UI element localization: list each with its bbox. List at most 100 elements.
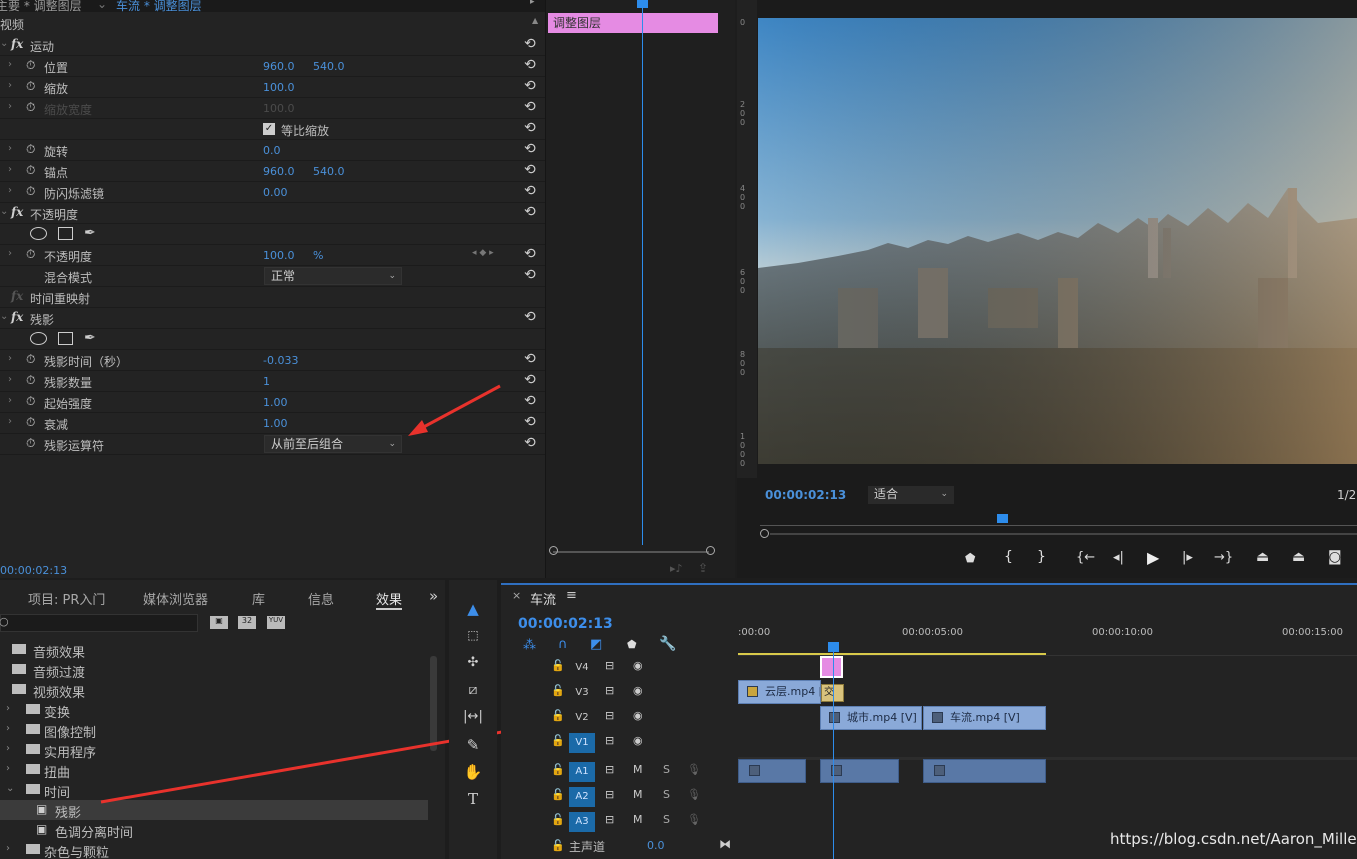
expand-chevron-icon[interactable]: › bbox=[6, 703, 10, 714]
hand-tool-icon[interactable]: ✋ bbox=[460, 763, 486, 785]
track-header-a2[interactable]: 🔓 A2 ⊟ M S 🎙 bbox=[501, 784, 738, 809]
track-select-tool-icon[interactable]: ⬚ bbox=[460, 628, 486, 650]
expand-chevron-icon[interactable]: ⌄ bbox=[0, 206, 8, 217]
tab-project[interactable]: 项目: PR入门 bbox=[28, 589, 105, 608]
a1-audio-clip[interactable] bbox=[820, 759, 899, 783]
track-header-v4[interactable]: 🔓 V4 ⊟ ◉ bbox=[501, 655, 738, 680]
export-frame-icon[interactable]: ⇪ bbox=[698, 561, 708, 575]
ellipse-mask-icon[interactable] bbox=[30, 227, 47, 240]
program-zoom-handle[interactable] bbox=[760, 529, 769, 538]
add-marker-icon[interactable]: ⬟ bbox=[627, 638, 637, 651]
slip-tool-icon[interactable]: |↔| bbox=[460, 709, 486, 731]
effect-row[interactable]: › ⏱ 位置 960.0 540.0 ⟲ bbox=[0, 56, 545, 77]
solo-button[interactable]: S bbox=[663, 813, 670, 826]
reset-icon[interactable]: ⟲ bbox=[524, 204, 536, 220]
expand-chevron-icon[interactable]: › bbox=[8, 416, 12, 427]
track-name[interactable]: V4 bbox=[569, 658, 595, 678]
sync-lock-icon[interactable]: ⊟ bbox=[605, 788, 614, 801]
audio-only-icon[interactable]: ▸♪ bbox=[670, 562, 683, 575]
property-value[interactable]: 960.0 bbox=[263, 165, 295, 178]
keyframe-nav-icon[interactable]: ◂ ◆ ▸ bbox=[472, 248, 494, 258]
rectangle-mask-icon[interactable] bbox=[58, 332, 73, 345]
reset-icon[interactable]: ⟲ bbox=[524, 141, 536, 157]
expand-chevron-icon[interactable]: › bbox=[8, 395, 12, 406]
stopwatch-icon[interactable]: ⏱ bbox=[26, 79, 35, 94]
stopwatch-icon[interactable]: ⏱ bbox=[26, 100, 35, 115]
microphone-icon[interactable]: 🎙 bbox=[687, 788, 701, 801]
fit-dropdown[interactable]: 适合 ⌄ bbox=[868, 486, 954, 504]
sync-lock-icon[interactable]: ⊟ bbox=[605, 763, 614, 776]
track-name[interactable]: V1 bbox=[569, 733, 595, 753]
extract-icon[interactable]: ⏏ bbox=[1292, 549, 1305, 565]
mark-out-icon[interactable]: } bbox=[1037, 549, 1046, 565]
camera-icon[interactable]: ◙ bbox=[1328, 549, 1342, 565]
stopwatch-icon[interactable]: ⏱ bbox=[26, 142, 35, 157]
linked-selection-icon[interactable]: ◩ bbox=[590, 637, 602, 652]
pen-mask-icon[interactable]: ✒ bbox=[84, 330, 96, 346]
a1-audio-clip[interactable] bbox=[923, 759, 1046, 783]
add-marker-icon[interactable]: ⬟ bbox=[965, 551, 975, 565]
fx-toggle-icon[interactable]: fx bbox=[11, 37, 23, 51]
track-header-a1[interactable]: 🔓 A1 ⊟ M S 🎙 bbox=[501, 759, 738, 784]
track-name[interactable]: V3 bbox=[569, 683, 595, 703]
yuv-effects-icon[interactable]: YUV bbox=[267, 616, 285, 629]
close-icon[interactable]: × bbox=[512, 589, 521, 602]
track-header-v2[interactable]: 🔓 V2 ⊟ ◉ bbox=[501, 705, 738, 730]
lift-icon[interactable]: ⏏ bbox=[1256, 549, 1269, 565]
master-end-icon[interactable]: ⧓ bbox=[719, 837, 731, 851]
reset-icon[interactable]: ⟲ bbox=[524, 351, 536, 367]
mute-button[interactable]: M bbox=[633, 813, 643, 826]
track-name[interactable]: A2 bbox=[569, 787, 595, 807]
play-only-icon[interactable]: ▸ bbox=[530, 0, 535, 7]
sync-lock-icon[interactable]: ⊟ bbox=[605, 734, 614, 747]
chevron-down-icon[interactable]: ⌄ bbox=[97, 0, 107, 11]
menu-icon[interactable]: ≡ bbox=[566, 588, 577, 603]
program-zoom-bar[interactable] bbox=[770, 533, 1357, 535]
microphone-icon[interactable]: 🎙 bbox=[687, 813, 701, 826]
ellipse-mask-icon[interactable] bbox=[30, 332, 47, 345]
stopwatch-icon[interactable]: ⏱ bbox=[26, 415, 35, 430]
microphone-icon[interactable]: 🎙 bbox=[687, 763, 701, 776]
lock-icon[interactable]: 🔓 bbox=[551, 659, 565, 672]
fx-toggle-icon[interactable]: fx bbox=[11, 289, 23, 303]
property-value-2[interactable]: 540.0 bbox=[313, 165, 345, 178]
property-value[interactable]: 100.0 bbox=[263, 249, 295, 262]
pen-mask-icon[interactable]: ✒ bbox=[84, 225, 96, 241]
a1-audio-clip[interactable] bbox=[738, 759, 806, 783]
lock-icon[interactable]: 🔓 bbox=[551, 839, 565, 852]
reset-icon[interactable]: ⟲ bbox=[524, 57, 536, 73]
effect-row[interactable]: ✒ bbox=[0, 329, 545, 350]
effect-row[interactable]: › ⏱ 残影时间（秒） -0.033 ⟲ bbox=[0, 350, 545, 371]
sync-lock-icon[interactable]: ⊟ bbox=[605, 813, 614, 826]
property-dropdown[interactable]: 正常 ⌄ bbox=[264, 267, 402, 285]
sequence-tab[interactable]: 车流 bbox=[530, 589, 556, 608]
program-timecode[interactable]: 00:00:02:13 bbox=[765, 488, 846, 502]
expand-chevron-icon[interactable]: ⌄ bbox=[0, 311, 8, 322]
effect-row[interactable]: ✓ 等比缩放 ⟲ bbox=[0, 119, 545, 140]
reset-icon[interactable]: ⟲ bbox=[524, 267, 536, 283]
timeline-playhead-line[interactable] bbox=[833, 650, 834, 859]
expand-chevron-icon[interactable]: › bbox=[8, 353, 12, 364]
expand-chevron-icon[interactable]: › bbox=[8, 374, 12, 385]
stopwatch-icon[interactable]: ⏱ bbox=[26, 184, 35, 199]
track-header-v3[interactable]: 🔓 V3 ⊟ ◉ bbox=[501, 680, 738, 705]
eye-icon[interactable]: ◉ bbox=[633, 684, 643, 697]
stopwatch-icon[interactable]: ⏱ bbox=[26, 163, 35, 178]
property-value-2[interactable]: 540.0 bbox=[313, 60, 345, 73]
sync-lock-icon[interactable]: ⊟ bbox=[605, 659, 614, 672]
property-value[interactable]: 1 bbox=[263, 375, 270, 388]
go-to-out-icon[interactable]: →} bbox=[1214, 550, 1233, 565]
expand-chevron-icon[interactable]: › bbox=[8, 80, 12, 91]
mute-button[interactable]: M bbox=[633, 788, 643, 801]
expand-chevron-icon[interactable]: › bbox=[8, 101, 12, 112]
effects-search-input[interactable]: ○ bbox=[0, 614, 198, 632]
eye-icon[interactable]: ◉ bbox=[633, 659, 643, 672]
reset-icon[interactable]: ⟲ bbox=[524, 309, 536, 325]
effect-row[interactable]: › ⏱ 旋转 0.0 ⟲ bbox=[0, 140, 545, 161]
track-name[interactable]: A1 bbox=[569, 762, 595, 782]
tree-effect-item[interactable]: ▣ 色调分离时间 bbox=[0, 820, 428, 841]
tree-folder[interactable]: 音频效果 bbox=[0, 640, 428, 661]
property-value[interactable]: 100.0 bbox=[263, 81, 295, 94]
play-icon[interactable]: ▶ bbox=[1147, 548, 1159, 567]
expand-chevron-icon[interactable]: › bbox=[6, 723, 10, 734]
